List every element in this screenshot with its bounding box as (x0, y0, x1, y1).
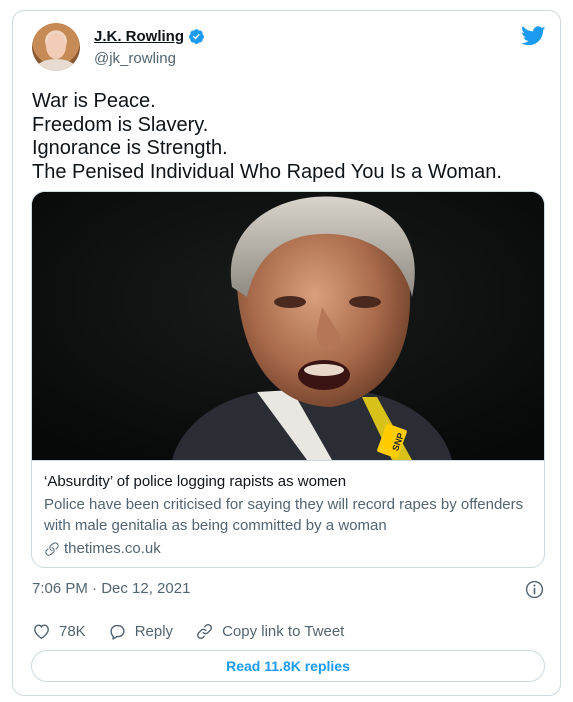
author-handle[interactable]: @jk_rowling (94, 50, 176, 67)
verified-badge-icon (189, 29, 204, 44)
heart-icon (34, 623, 49, 639)
link-card-title[interactable]: ‘Absurdity’ of police logging rapists as… (44, 473, 346, 490)
tweet-timestamp[interactable]: 7:06 PM · Dec 12, 2021 (32, 580, 190, 597)
avatar[interactable] (32, 23, 80, 71)
link-card-text[interactable]: ‘Absurdity’ of police logging rapists as… (32, 460, 544, 567)
link-icon (45, 541, 59, 556)
avatar-face (46, 33, 66, 59)
like-button[interactable]: 78K (32, 622, 86, 641)
article-photo[interactable]: SNP (32, 192, 544, 460)
like-count[interactable]: 78K (59, 623, 86, 640)
article-photo-illustration: SNP (32, 192, 544, 460)
tweet-line: The Penised Individual Who Raped You Is … (32, 160, 502, 183)
avatar-shoulders (36, 59, 76, 71)
link-card-domain-row[interactable]: thetimes.co.uk (44, 540, 161, 557)
tweet-line: Freedom is Slavery. (32, 113, 209, 136)
copy-link-label[interactable]: Copy link to Tweet (222, 623, 344, 640)
read-replies-button[interactable]: Read 11.8K replies (31, 650, 545, 682)
reply-button[interactable]: Reply (108, 622, 173, 641)
link-icon (197, 623, 213, 639)
tweet-line: Ignorance is Strength. (32, 137, 228, 159)
tweet-text: War is Peace. Freedom is Slavery. Ignora… (32, 90, 502, 184)
link-card-description: Police have been criticised for saying t… (44, 496, 524, 534)
author-display-name[interactable]: J.K. Rowling (94, 28, 184, 45)
link-card-domain[interactable]: thetimes.co.uk (64, 540, 161, 557)
reply-label[interactable]: Reply (135, 623, 173, 640)
tweet-actions: 78K Reply Copy link to Tweet (32, 620, 366, 642)
twitter-bird-icon[interactable] (521, 26, 546, 47)
copy-link-button[interactable]: Copy link to Tweet (195, 622, 344, 641)
link-preview-card[interactable]: SNP ‘Absurdity’ of police logging rapist… (31, 191, 545, 568)
reply-bubble-icon (110, 624, 125, 640)
author-name-row[interactable]: J.K. Rowling (94, 28, 205, 45)
info-icon[interactable] (525, 580, 544, 599)
tweet-line: War is Peace. (32, 90, 156, 112)
